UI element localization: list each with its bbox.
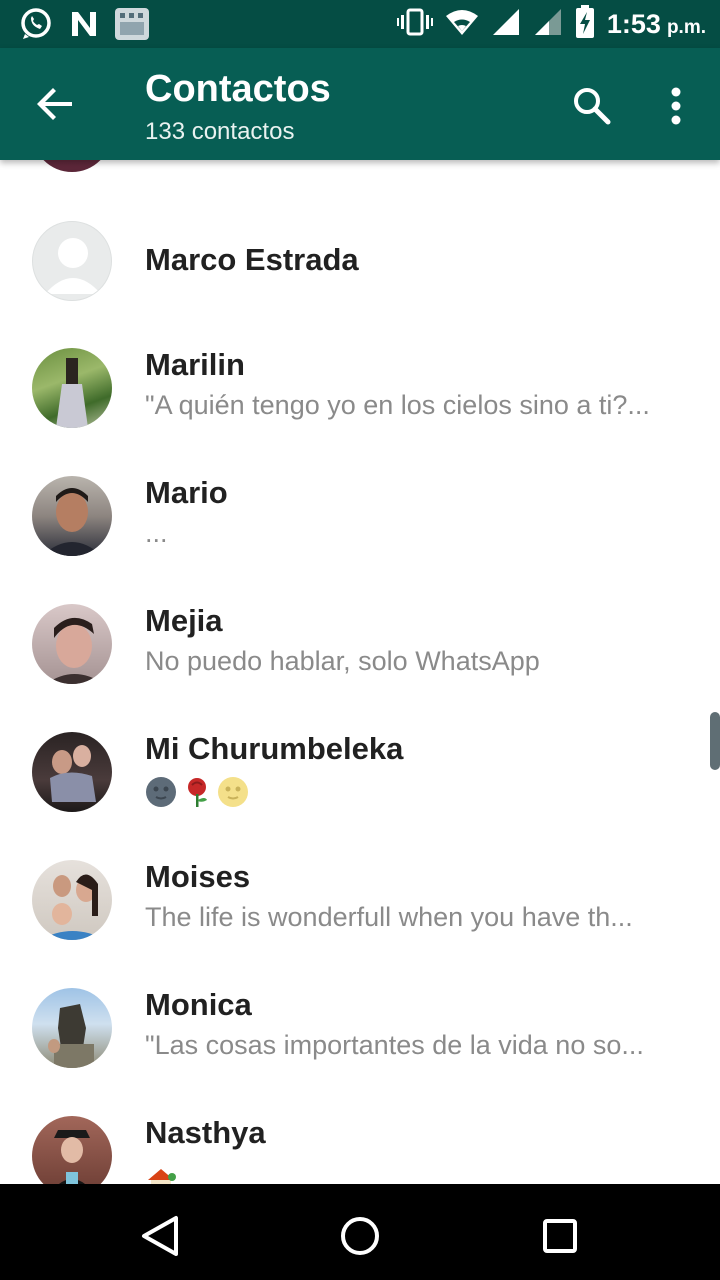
clock: 1:53 p.m. bbox=[607, 9, 706, 40]
search-icon bbox=[574, 88, 611, 125]
rose-emoji-icon bbox=[188, 778, 207, 807]
page-title: Contactos bbox=[145, 68, 331, 110]
list-item[interactable]: Marco Estrada bbox=[0, 197, 720, 325]
whatsapp-notification-icon bbox=[18, 6, 54, 47]
vibrate-icon bbox=[396, 8, 433, 41]
avatar bbox=[32, 221, 112, 301]
clock-ampm: p.m. bbox=[666, 16, 706, 38]
avatar-photo bbox=[48, 1004, 94, 1068]
navigation-bar bbox=[0, 1184, 720, 1280]
contact-count: 133 contactos bbox=[145, 118, 295, 145]
avatar-photo bbox=[40, 874, 106, 940]
avatar-photo bbox=[46, 617, 104, 684]
contact-status: No puedo hablar, solo WhatsApp bbox=[145, 646, 540, 676]
clock-time: 1:53 bbox=[606, 8, 661, 39]
n-notification-icon bbox=[68, 8, 100, 45]
signal-icon bbox=[491, 7, 521, 42]
list-item[interactable]: Monica "Las cosas importantes de la vida… bbox=[0, 965, 720, 1093]
nav-back-button[interactable] bbox=[132, 1208, 188, 1264]
more-options-button[interactable] bbox=[660, 80, 692, 130]
list-item[interactable]: Moises The life is wonderfull when you h… bbox=[0, 837, 720, 965]
search-button[interactable] bbox=[566, 80, 616, 130]
avatar bbox=[32, 732, 112, 812]
nav-back-icon bbox=[142, 1216, 178, 1256]
avatar bbox=[32, 160, 112, 172]
scrollbar-thumb[interactable] bbox=[710, 712, 720, 770]
contact-status: ... bbox=[145, 518, 168, 548]
avatar bbox=[32, 604, 112, 684]
avatar bbox=[32, 988, 112, 1068]
contact-status: "Las cosas importantes de la vida no so.… bbox=[145, 1030, 644, 1060]
list-item[interactable]: Nasthya bbox=[0, 1093, 720, 1184]
list-item[interactable]: Marilin "A quién tengo yo en los cielos … bbox=[0, 325, 720, 453]
contact-name: Marco Estrada bbox=[145, 242, 359, 277]
back-button[interactable] bbox=[30, 82, 82, 126]
arrow-back-icon bbox=[37, 88, 72, 120]
contact-name: Marilin bbox=[145, 347, 245, 382]
avatar-photo bbox=[42, 488, 102, 556]
contact-name: Mejia bbox=[145, 603, 223, 638]
house-emoji-icon bbox=[148, 1169, 176, 1184]
nav-home-button[interactable] bbox=[332, 1208, 388, 1264]
contact-status: "A quién tengo yo en los cielos sino a t… bbox=[145, 390, 650, 420]
list-item[interactable]: Mario ... bbox=[0, 453, 720, 581]
battery-charging-icon bbox=[575, 4, 595, 44]
contact-status bbox=[145, 1165, 177, 1184]
calendar-notification-icon bbox=[114, 7, 150, 46]
avatar bbox=[32, 348, 112, 428]
avatar-photo bbox=[54, 1130, 90, 1184]
avatar-photo bbox=[56, 358, 88, 428]
signal-weak-icon bbox=[533, 7, 563, 42]
more-vert-icon bbox=[671, 87, 681, 125]
nav-recents-button[interactable] bbox=[532, 1208, 588, 1264]
new-moon-face-emoji-icon bbox=[146, 777, 176, 807]
full-moon-face-emoji-icon bbox=[218, 777, 248, 807]
status-bar: 1:53 p.m. bbox=[0, 0, 720, 48]
avatar bbox=[32, 476, 112, 556]
default-avatar-icon bbox=[45, 238, 101, 294]
contact-name: Moises bbox=[145, 859, 251, 894]
contact-list[interactable]: Marco Estrada Marilin "A quién tengo yo … bbox=[0, 160, 720, 1184]
contact-status bbox=[145, 776, 249, 808]
contact-name: Mario bbox=[145, 475, 228, 510]
avatar-photo bbox=[50, 745, 96, 802]
contact-status: The life is wonderfull when you have th.… bbox=[145, 902, 633, 932]
contact-name: Monica bbox=[145, 987, 252, 1022]
nav-home-icon bbox=[341, 1217, 379, 1255]
wifi-icon bbox=[445, 8, 479, 41]
contact-name: Nasthya bbox=[145, 1115, 266, 1150]
avatar bbox=[32, 1116, 112, 1184]
nav-recents-icon bbox=[543, 1219, 577, 1253]
list-item[interactable]: Mejia No puedo hablar, solo WhatsApp bbox=[0, 581, 720, 709]
avatar bbox=[32, 860, 112, 940]
list-item[interactable]: Mi Churumbeleka bbox=[0, 709, 720, 837]
app-bar: Contactos 133 contactos bbox=[0, 48, 720, 160]
contact-name: Mi Churumbeleka bbox=[145, 731, 404, 766]
